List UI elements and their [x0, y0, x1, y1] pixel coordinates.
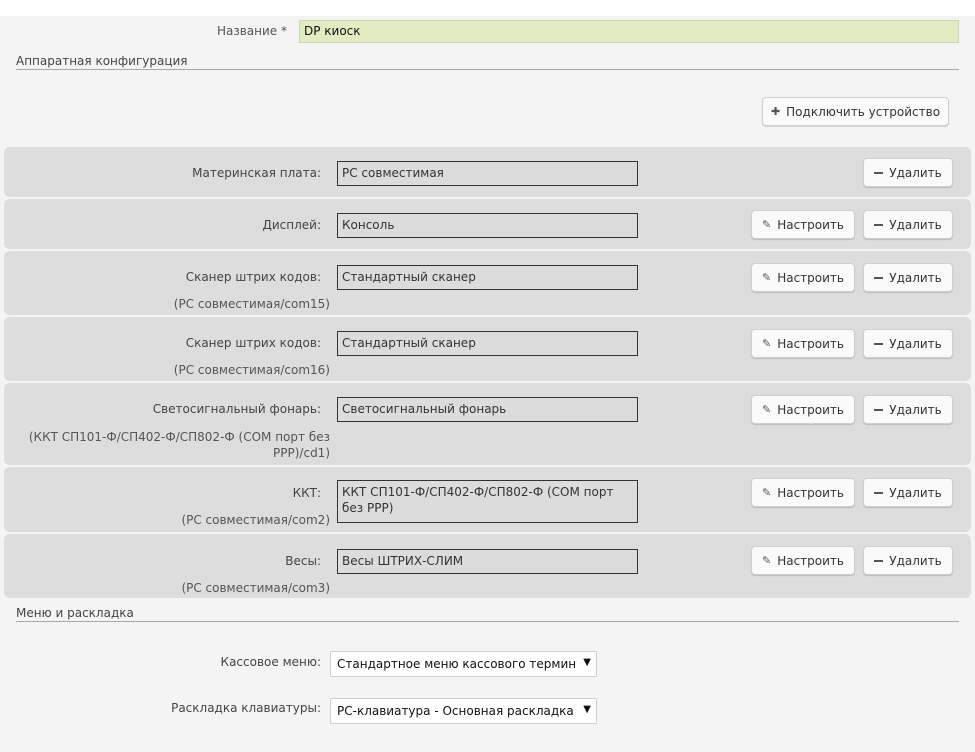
device-connection-line1: (ККТ СП101-Ф/СП402-Ф/СП802-Ф (COM порт б… [28, 430, 330, 444]
warning-text-cutoff [16, 744, 576, 752]
minus-icon [874, 223, 884, 226]
delete-button[interactable]: Удалить [863, 329, 953, 358]
configure-label: Настроить [777, 553, 844, 568]
configure-label: Настроить [777, 270, 844, 285]
minus-icon [874, 171, 884, 174]
connect-device-button[interactable]: ✚ Подключить устройство [762, 97, 949, 126]
device-label: Светосигнальный фонарь: [152, 402, 321, 416]
device-value: Весы ШТРИХ-СЛИМ [337, 549, 638, 574]
device-value: Светосигнальный фонарь [337, 397, 638, 422]
hardware-section-title: Аппаратная конфигурация [16, 54, 188, 68]
device-value: Консоль [337, 213, 638, 238]
delete-button[interactable]: Удалить [863, 395, 953, 424]
caret-down-icon: ▼ [583, 657, 591, 668]
top-strip [0, 0, 975, 16]
configure-label: Настроить [777, 402, 844, 417]
device-connection: (PC совместимая/com16) [173, 363, 330, 377]
device-connection: (PC совместимая/com2) [181, 513, 330, 527]
configure-label: Настроить [777, 485, 844, 500]
device-value: PC совместимая [337, 161, 638, 186]
connect-device-label: Подключить устройство [786, 104, 941, 119]
delete-label: Удалить [889, 165, 942, 180]
configure-button[interactable]: ✎ Настроить [751, 263, 855, 292]
configure-button[interactable]: ✎ Настроить [751, 395, 855, 424]
hardware-section-divider [16, 69, 959, 70]
configure-button[interactable]: ✎ Настроить [751, 478, 855, 507]
menu-section-divider [16, 621, 959, 622]
caret-down-icon: ▼ [583, 704, 591, 715]
cash-menu-label: Кассовое меню: [220, 655, 321, 669]
delete-label: Удалить [889, 270, 942, 285]
pencil-icon: ✎ [761, 218, 772, 231]
configure-button[interactable]: ✎ Настроить [751, 329, 855, 358]
pencil-icon: ✎ [761, 271, 772, 284]
configure-label: Настроить [777, 217, 844, 232]
delete-button[interactable]: Удалить [863, 158, 953, 187]
device-value: Стандартный сканер [337, 265, 638, 290]
name-input[interactable]: DP киоск [299, 20, 959, 43]
configure-button[interactable]: ✎ Настроить [751, 546, 855, 575]
menu-section-title: Меню и раскладка [16, 606, 134, 620]
keyboard-layout-select[interactable]: PC-клавиатура - Основная раскладка клави… [330, 698, 597, 724]
minus-icon [874, 276, 884, 279]
name-label: Название * [216, 24, 287, 38]
pencil-icon: ✎ [761, 337, 772, 350]
keyboard-layout-value: PC-клавиатура - Основная раскладка клави… [337, 704, 575, 718]
device-label: Сканер штрих кодов: [185, 336, 321, 350]
device-label: Материнская плата: [192, 166, 321, 180]
device-label: ККТ: [292, 486, 321, 500]
delete-button[interactable]: Удалить [863, 546, 953, 575]
minus-icon [874, 559, 884, 562]
cash-menu-select[interactable]: Стандартное меню кассового терминала ▼ [330, 651, 597, 677]
delete-label: Удалить [889, 336, 942, 351]
pencil-icon: ✎ [761, 486, 772, 499]
device-label: Весы: [285, 554, 321, 568]
delete-button[interactable]: Удалить [863, 263, 953, 292]
delete-label: Удалить [889, 553, 942, 568]
pencil-icon: ✎ [761, 403, 772, 416]
minus-icon [874, 342, 884, 345]
keyboard-layout-label: Раскладка клавиатуры: [171, 701, 321, 715]
device-connection-line2: PPP)/cd1) [273, 446, 330, 460]
configure-button[interactable]: ✎ Настроить [751, 210, 855, 239]
device-label: Сканер штрих кодов: [185, 270, 321, 284]
device-connection: (PC совместимая/com15) [173, 297, 330, 311]
configure-label: Настроить [777, 336, 844, 351]
delete-label: Удалить [889, 402, 942, 417]
minus-icon [874, 408, 884, 411]
plus-icon: ✚ [770, 105, 781, 118]
delete-label: Удалить [889, 217, 942, 232]
minus-icon [874, 491, 884, 494]
device-label: Дисплей: [262, 218, 321, 232]
delete-button[interactable]: Удалить [863, 210, 953, 239]
device-value: ККТ СП101-Ф/СП402-Ф/СП802-Ф (COM порт бе… [337, 480, 638, 523]
delete-button[interactable]: Удалить [863, 478, 953, 507]
pencil-icon: ✎ [761, 554, 772, 567]
delete-label: Удалить [889, 485, 942, 500]
device-value: Стандартный сканер [337, 331, 638, 356]
device-connection: (PC совместимая/com3) [181, 581, 330, 595]
cash-menu-value: Стандартное меню кассового терминала [337, 657, 575, 671]
